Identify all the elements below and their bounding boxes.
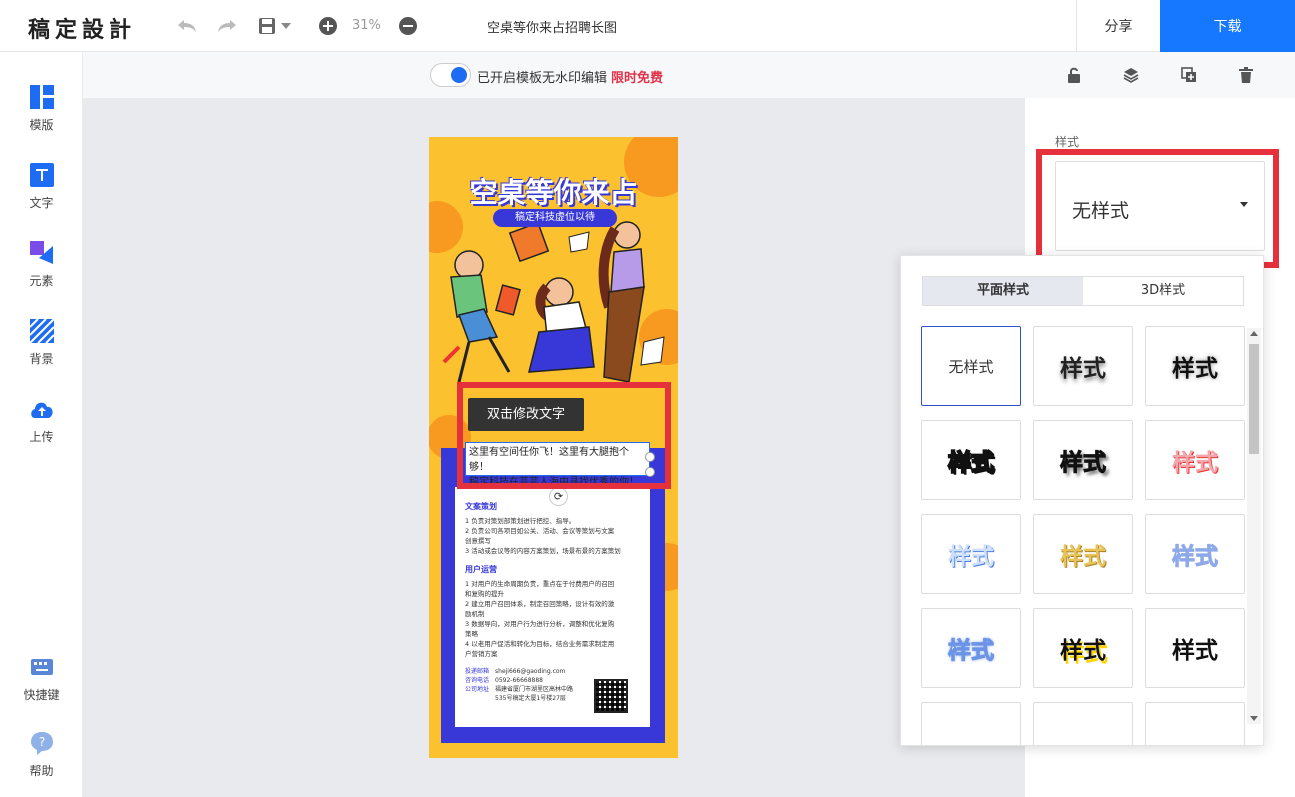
style-tile[interactable]: 样式 <box>1033 420 1133 500</box>
qr-code <box>594 679 628 713</box>
style-tile[interactable]: 样式 <box>1145 514 1245 594</box>
job-line: 创意撰写 <box>465 537 491 545</box>
job-line: 和复购的提升 <box>465 590 504 598</box>
job-line: 2 负责公司各项目如公关、活动、会议等策划与文案 <box>465 527 615 535</box>
style-tile[interactable]: 样式 <box>1033 514 1133 594</box>
left-sidebar: 模版 文字 元素 背景 上传 快捷键 ? 帮助 <box>0 52 83 797</box>
style-tile[interactable]: 样式 <box>1033 326 1133 406</box>
poster-subtitle[interactable]: 稿定科技虚位以待 <box>493 209 617 227</box>
dropdown-scrollbar[interactable] <box>1247 328 1261 724</box>
contact-line: 投递邮箱 sheji666@gaoding.com <box>465 668 566 675</box>
job-line: 1 对用户的生命周期负责，重点在于付费用户的召回 <box>465 580 615 588</box>
app-logo[interactable]: 稿定設計 <box>28 12 136 44</box>
sub-toolbar: 已开启模板无水印编辑 限时免费 <box>83 52 1295 98</box>
job-line: 3 数据导向，对用户行为进行分析，调整和优化复购 <box>465 620 615 628</box>
sidebar-item-text[interactable]: 文字 <box>0 162 83 211</box>
sidebar-item-elements[interactable]: 元素 <box>0 240 83 289</box>
highlight-box-style <box>1036 149 1279 268</box>
style-tile-none[interactable]: 无样式 <box>921 326 1021 406</box>
sidebar-item-help[interactable]: ? 帮助 <box>0 730 83 779</box>
style-tile[interactable]: 样式 <box>1145 608 1245 688</box>
layers-icon[interactable] <box>1122 66 1140 84</box>
sidebar-item-upload[interactable]: 上传 <box>0 396 83 445</box>
background-icon <box>28 318 55 344</box>
help-icon: ? <box>29 730 55 756</box>
style-tile[interactable]: 样式 <box>921 514 1021 594</box>
save-icon[interactable] <box>255 14 279 38</box>
keyboard-icon <box>29 654 55 680</box>
delete-icon[interactable] <box>1237 66 1255 84</box>
sidebar-item-label: 快捷键 <box>23 688 60 702</box>
scrollbar-thumb[interactable] <box>1249 344 1259 454</box>
style-dropdown: 平面样式 3D样式 无样式 样式 样式 样式 样式 样式 样式 样式 样式 样式… <box>900 255 1264 746</box>
job-line: 策略 <box>465 630 478 638</box>
job-line: 4 以老用户促活和转化为目标，结合业务需求制定用 <box>465 640 615 648</box>
watermark-toggle[interactable] <box>430 63 471 87</box>
highlight-box-text <box>457 382 671 489</box>
style-tile[interactable]: 样式 <box>1145 420 1245 500</box>
style-tile[interactable]: 样式 <box>921 608 1021 688</box>
job-line: 1 负责对策划部策划进行把控、指导。 <box>465 517 576 525</box>
style-tile[interactable]: 样式 <box>1145 326 1245 406</box>
share-button[interactable]: 分享 <box>1076 0 1160 52</box>
sidebar-item-label: 上传 <box>29 430 54 444</box>
sidebar-item-template[interactable]: 模版 <box>0 84 83 133</box>
elements-icon <box>29 240 55 266</box>
text-icon <box>29 162 55 188</box>
sidebar-item-label: 文字 <box>29 196 54 210</box>
style-tile[interactable] <box>1033 702 1133 745</box>
job-line: 3 活动或会议等的内容方案策划，场景布景的方案策划 <box>465 547 621 555</box>
style-tile[interactable]: 样式 <box>1033 608 1133 688</box>
sidebar-item-background[interactable]: 背景 <box>0 318 83 367</box>
download-button[interactable]: 下载 <box>1160 0 1295 52</box>
template-icon <box>29 84 55 110</box>
style-tile[interactable] <box>921 702 1021 745</box>
rotate-icon[interactable]: ⟳ <box>549 487 568 506</box>
sidebar-item-label: 元素 <box>29 274 54 288</box>
sidebar-item-shortcuts[interactable]: 快捷键 <box>0 654 83 703</box>
job-line: 户营销方案 <box>465 650 498 658</box>
sidebar-item-label: 帮助 <box>29 764 54 778</box>
style-tile[interactable]: 样式 <box>921 420 1021 500</box>
undo-icon[interactable] <box>175 14 199 38</box>
lock-icon[interactable] <box>1065 66 1083 84</box>
duplicate-icon[interactable] <box>1180 66 1198 84</box>
job-line: 励机制 <box>465 610 485 618</box>
job-line: 2 建立用户召回体系，制定召回策略，设计有效的激 <box>465 600 615 608</box>
zoom-out-icon[interactable] <box>396 14 420 38</box>
sidebar-item-label: 背景 <box>29 352 54 366</box>
sidebar-item-label: 模版 <box>29 118 54 132</box>
scroll-down-icon[interactable] <box>1250 716 1258 721</box>
document-title[interactable]: 空桌等你来占招聘长图 <box>487 17 617 36</box>
zoom-in-icon[interactable] <box>316 14 340 38</box>
top-bar: 稿定設計 31% 空桌等你来占招聘长图 分享 下载 <box>0 0 1295 52</box>
style-section-label: 样式 <box>1055 135 1080 149</box>
watermark-notice: 已开启模板无水印编辑 限时免费 <box>477 67 663 86</box>
poster-title[interactable]: 空桌等你来占 <box>429 171 678 211</box>
style-tabs: 平面样式 3D样式 <box>922 276 1244 306</box>
poster-job-card[interactable]: 文案策划 1 负责对策划部策划进行把控、指导。 2 负责公司各项目如公关、活动、… <box>455 487 650 727</box>
tab-3d-style[interactable]: 3D样式 <box>1083 277 1243 305</box>
redo-icon[interactable] <box>215 14 239 38</box>
style-tile[interactable] <box>1145 702 1245 745</box>
section-title-user-ops: 用户运营 <box>465 565 497 574</box>
free-badge: 限时免费 <box>611 71 664 86</box>
save-menu-chevron-icon[interactable] <box>279 14 293 38</box>
watermark-label: 已开启模板无水印编辑 <box>477 71 608 86</box>
zoom-level: 31% <box>352 18 381 33</box>
svg-text:?: ? <box>38 735 44 749</box>
tab-flat-style[interactable]: 平面样式 <box>923 277 1083 305</box>
upload-icon <box>29 396 55 422</box>
scroll-up-icon[interactable] <box>1250 331 1258 336</box>
